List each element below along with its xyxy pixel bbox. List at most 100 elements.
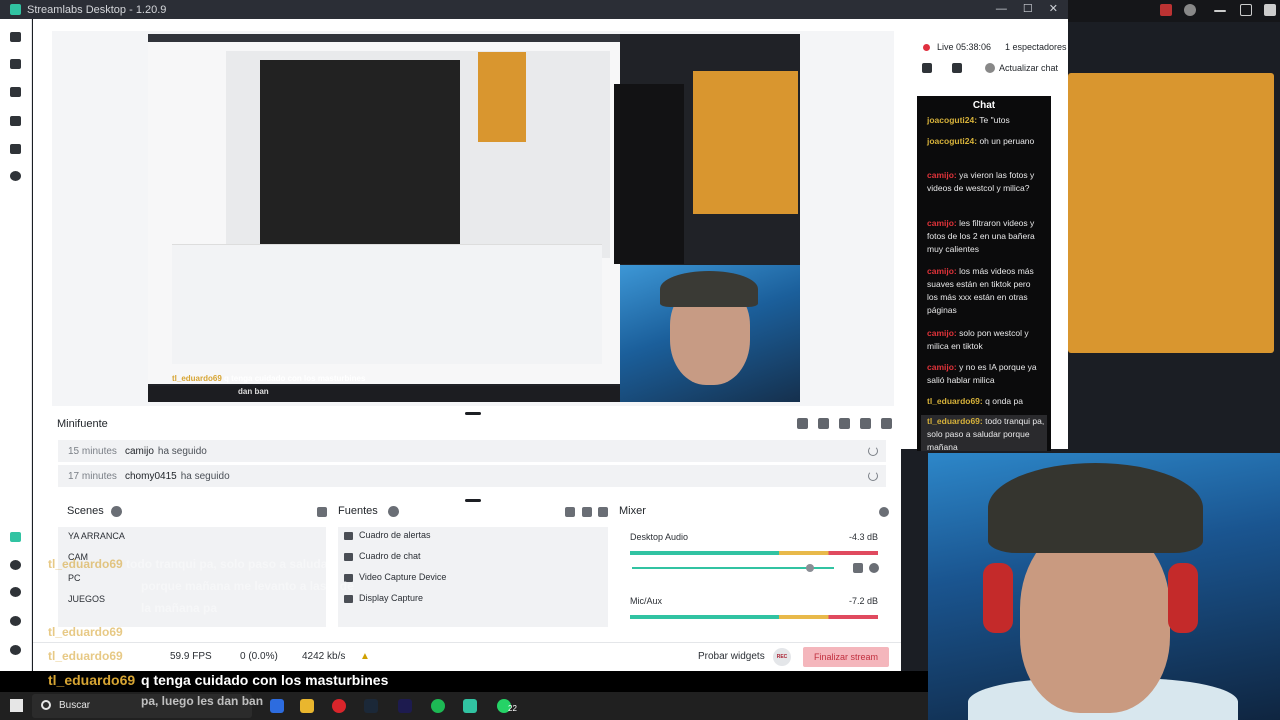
settings-gear-icon[interactable] [10,616,21,626]
mixer-channel-name: Mic/Aux [630,596,663,606]
studio-mode-icon[interactable] [10,171,21,181]
spotify-icon[interactable] [431,699,445,713]
close-button[interactable]: ✕ [1049,0,1058,19]
streamlabs-taskbar-icon[interactable] [463,699,477,713]
mixer-panel: Desktop Audio -4.3 dB Mic/Aux -7.2 dB [620,527,886,627]
chat-box-icon [344,553,353,561]
themes-icon[interactable] [10,59,21,69]
mixer-channel-db: -4.3 dB [848,532,878,542]
replay-alert-icon[interactable] [868,446,878,456]
dashboard-icon[interactable] [10,532,21,542]
preview-taskbar [148,386,620,402]
mute-alerts-icon[interactable] [860,418,871,429]
volume-meter [630,615,878,619]
mixer-title: Mixer [619,505,646,517]
windows-start-icon[interactable] [10,699,23,712]
maximize-button[interactable]: ☐ [1023,0,1033,19]
rec-button[interactable]: REC [773,648,791,666]
end-stream-button[interactable]: Finalizar stream [803,647,889,667]
streamlabs-logo-icon [10,4,21,15]
volume-slider-knob[interactable] [806,564,814,572]
channel-settings-icon[interactable] [869,563,879,573]
scene-item[interactable]: YA ARRANCA [68,531,125,541]
source-item[interactable]: Display Capture [344,593,423,603]
preview-chat-box [614,84,684,264]
minimize-button[interactable]: — [996,0,1007,19]
live-indicator-icon [923,44,930,51]
sources-list: Cuadro de alertas Cuadro de chat Video C… [338,527,608,627]
background-window-bar [1068,0,1280,22]
source-item[interactable]: Cuadro de alertas [344,530,431,540]
steam-icon[interactable] [364,699,378,713]
test-widgets-button[interactable]: Probar widgets [698,651,765,662]
premiere-icon[interactable] [398,699,412,713]
warning-icon[interactable]: ▲ [360,651,370,662]
mixer-channel-name: Desktop Audio [630,532,689,542]
youtube-icon[interactable] [332,699,346,713]
preview-resize-handle[interactable] [465,412,481,415]
pause-icon[interactable] [818,418,829,429]
source-properties-icon[interactable] [598,507,608,517]
edit-icon[interactable] [922,63,932,73]
file-explorer-icon[interactable] [300,699,314,713]
source-item[interactable]: Video Capture Device [344,572,446,582]
widgets-icon[interactable] [10,587,21,597]
source-item[interactable]: Cuadro de chat [344,551,421,561]
chat-message: camijo: los más videos más suaves están … [927,266,1034,315]
chat-title: Chat [972,100,996,111]
stream-preview[interactable]: tl_eduardo69 q tenga cuidado con los mas… [148,34,800,402]
chat-box: Chat joacoguti24: Te "utos joacoguti24: … [917,96,1051,451]
store-icon[interactable] [10,87,21,97]
chat-message: camijo: y no es IA porque ya salió habla… [927,362,1037,385]
viewer-count: 1 espectadores [1005,42,1067,52]
add-scene-icon[interactable] [111,506,122,517]
skip-icon[interactable] [839,418,850,429]
windows-taskbar: Buscar pa, luego les dan ban 22 [0,692,928,720]
volume-icon[interactable] [881,418,892,429]
layout-icon[interactable] [10,116,21,126]
live-timer: Live 05:38:06 [937,42,992,52]
add-source-icon[interactable] [388,506,399,517]
browser-icon[interactable] [270,699,284,713]
alertbox-icon[interactable] [10,560,21,570]
chat-message: tl_eduardo69: q onda pa [927,396,1023,406]
webcam-overlay [928,453,1280,720]
dock-resize-handle[interactable] [465,499,481,502]
scene-item[interactable]: JUEGOS [68,594,105,604]
dropped-frames-readout: 0 (0.0%) [240,651,278,662]
apps-icon[interactable] [10,144,21,154]
speaker-icon[interactable] [853,563,863,573]
preview-webcam [620,265,800,402]
overlay-chat-main: tl_eduardo69 q tenga cuidado con los mas… [0,671,928,692]
chat-popout-icon[interactable] [952,63,962,73]
close-icon [1264,4,1276,16]
editor-icon[interactable] [10,32,21,42]
mixer-channel-db: -7.2 dB [848,596,878,606]
mixer-settings-icon[interactable] [879,507,889,517]
preview-overlay-tail: dan ban [238,387,269,396]
remove-source-icon[interactable] [582,507,592,517]
whatsapp-badge: 22 [508,704,517,713]
minifuente-title: Minifuente [57,418,108,430]
overlay-chat-line: porque mañana me levanto a las 5 de [141,579,354,593]
scene-item[interactable]: PC [68,573,81,583]
search-icon [41,700,51,710]
overlay-chat-line: tl_eduardo69 es [48,649,140,663]
background-orange-panel [1068,73,1274,353]
scene-transitions-icon[interactable] [317,507,327,517]
volume-slider[interactable] [632,567,834,569]
minifuente-toolbar [797,418,892,429]
overlay-chat-tail: pa, luego les dan ban [141,694,264,708]
chat-message-highlighted: tl_eduardo69: todo tranqui pa, solo paso… [921,415,1047,451]
preview-overlay-message: tl_eduardo69 q tenga cuidado con los mas… [172,374,366,383]
folder-icon[interactable] [565,507,575,517]
profile-icon[interactable] [10,645,21,655]
replay-alert-icon[interactable] [868,471,878,481]
refresh-chat-button[interactable]: Actualizar chat [999,61,1059,75]
refresh-icon[interactable] [985,63,995,73]
overlay-chat-line: tl_eduardo69 todo tranqui pa, solo paso … [48,557,333,571]
filter-icon[interactable] [797,418,808,429]
title-bar: Streamlabs Desktop - 1.20.9 — ☐ ✕ [0,0,1068,19]
chat-message: joacoguti24: Te "utos [927,115,1010,125]
status-footer: 59.9 FPS 0 (0.0%) 4242 kb/s ▲ Probar wid… [33,642,901,671]
